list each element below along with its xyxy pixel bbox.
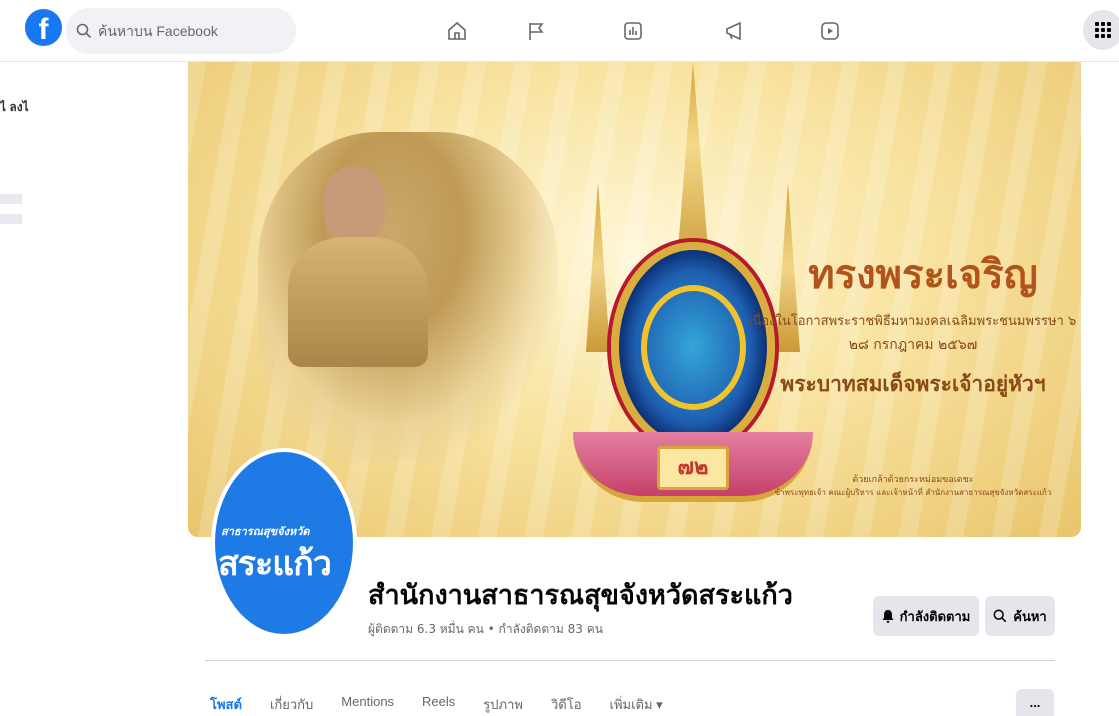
search-icon (76, 23, 92, 39)
home-icon[interactable] (440, 14, 474, 48)
profile-picture[interactable]: สาธารณสุขจังหวัด สระแก้ว (211, 448, 357, 638)
emblem-number: ๗๒ (657, 446, 729, 490)
more-options-button[interactable]: ... (1016, 689, 1054, 716)
royal-emblem: ๗๒ (573, 62, 813, 532)
left-sidebar-text: ไ ลงไ (0, 100, 29, 114)
left-sidebar-divider (0, 194, 22, 204)
tab-reels[interactable]: Reels (422, 694, 455, 715)
facebook-logo-icon[interactable]: f (25, 9, 62, 46)
emblem-spire-center (676, 62, 710, 272)
emblem-spire-left (586, 182, 610, 352)
bell-icon (882, 609, 894, 623)
cover-date: ๒๘ กรกฎาคม ๒๕๖๗ (848, 337, 978, 353)
cover-caption: ด้วยเกล้าด้วยกระหม่อมขอเดชะ (852, 475, 974, 485)
page-tabs: โพสต์ เกี่ยวกับ Mentions Reels รูปภาพ วิ… (210, 694, 691, 715)
search-icon (993, 609, 1007, 623)
page-title: สำนักงานสาธารณสุขจังหวัดสระแก้ว (368, 580, 793, 611)
cover-title: ทรงพระเจริญ (808, 252, 1038, 298)
emblem-monogram (641, 285, 746, 410)
flag-icon[interactable] (519, 14, 553, 48)
tab-mentions[interactable]: Mentions (341, 694, 394, 715)
tab-photos[interactable]: รูปภาพ (483, 694, 523, 715)
portrait-head (323, 167, 385, 245)
tab-posts[interactable]: โพสต์ (210, 694, 242, 715)
tab-videos[interactable]: วิดีโอ (551, 694, 582, 715)
tab-more[interactable]: เพิ่มเติม ▾ (610, 694, 663, 715)
video-icon[interactable] (813, 14, 847, 48)
grid-icon (1095, 22, 1111, 38)
left-sidebar-fragment: ไ ลงไ (0, 62, 29, 402)
cover-subtitle: เนื่องในโอกาสพระราชพิธีมหามงคลเฉลิมพระชน… (748, 314, 1081, 329)
search-box[interactable] (66, 8, 296, 54)
portrait-body (288, 237, 428, 367)
profile-logo-big-text: สระแก้ว (218, 544, 332, 584)
page-search-button[interactable]: ค้นหา (985, 596, 1055, 636)
apps-menu-button[interactable] (1083, 10, 1119, 50)
left-sidebar-divider (0, 214, 22, 224)
following-button-label: กำลังติดตาม (899, 609, 971, 625)
cover-caption-signature: ข้าพระพุทธเจ้า คณะผู้บริหาร และเจ้าหน้าท… (774, 488, 1052, 497)
search-input[interactable] (98, 23, 278, 39)
ads-icon[interactable] (616, 14, 650, 48)
megaphone-icon[interactable] (718, 14, 752, 48)
page-search-button-label: ค้นหา (1013, 609, 1047, 625)
cover-honoree: พระบาทสมเด็จพระเจ้าอยู่หัวฯ (780, 372, 1046, 396)
tab-about[interactable]: เกี่ยวกับ (270, 694, 313, 715)
following-button[interactable]: กำลังติดตาม (873, 596, 979, 636)
top-navigation-bar: f (0, 0, 1119, 62)
profile-divider (205, 660, 1055, 661)
follower-stats[interactable]: ผู้ติดตาม 6.3 หมื่น คน • กำลังติดตาม 83 … (368, 620, 603, 639)
